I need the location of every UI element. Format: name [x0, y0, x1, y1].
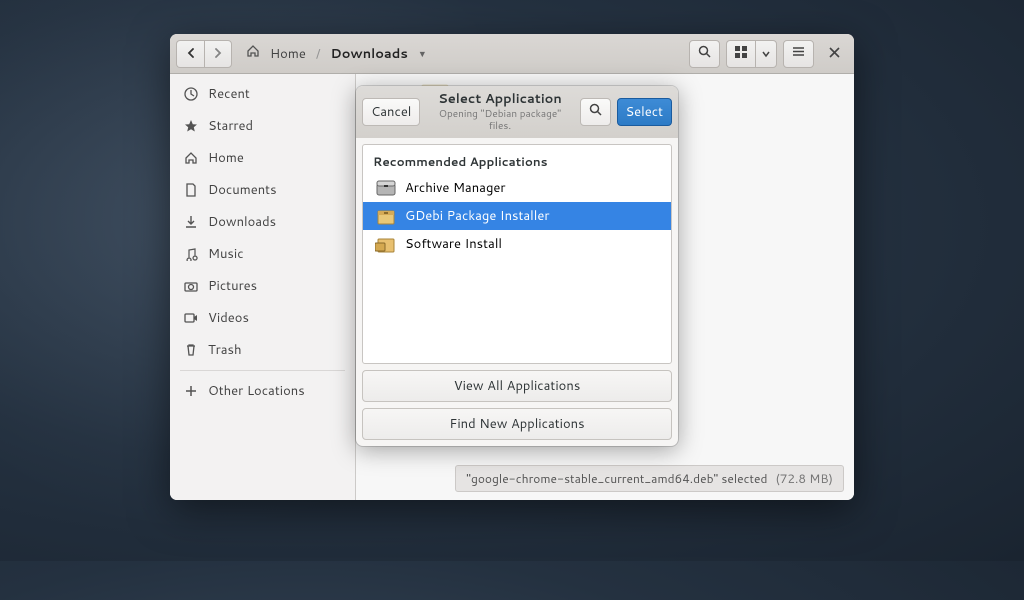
sidebar-item-music[interactable]: Music [170, 238, 355, 270]
download-icon [184, 215, 198, 229]
search-button[interactable] [689, 40, 720, 68]
app-row-archive-manager[interactable]: Archive Manager [363, 174, 671, 202]
hamburger-icon [792, 45, 805, 63]
select-button[interactable]: Select [617, 98, 672, 126]
star-icon [184, 119, 198, 133]
status-size: (72.8 MB) [775, 470, 833, 487]
sidebar-label: Trash [208, 341, 242, 359]
dialog-title-block: Select Application Opening "Debian packa… [426, 92, 573, 132]
view-dropdown-button[interactable] [755, 40, 777, 68]
app-label: GDebi Package Installer [405, 207, 549, 225]
sidebar-label: Starred [208, 117, 253, 135]
grid-icon [735, 45, 747, 63]
dialog-title: Select Application [426, 92, 573, 108]
sidebar-item-starred[interactable]: Starred [170, 110, 355, 142]
sidebar-label: Other Locations [208, 382, 305, 400]
trash-icon [184, 343, 198, 357]
nav-buttons [176, 40, 232, 68]
video-icon [184, 311, 198, 325]
sidebar-item-home[interactable]: Home [170, 142, 355, 174]
sidebar-label: Pictures [208, 277, 257, 295]
chevron-left-icon [186, 45, 196, 63]
find-new-label: Find New Applications [449, 415, 584, 433]
sidebar-item-videos[interactable]: Videos [170, 302, 355, 334]
chevron-right-icon [213, 45, 223, 63]
close-window-button[interactable] [820, 40, 848, 68]
dialog-search-button[interactable] [580, 98, 611, 126]
sidebar-label: Recent [208, 85, 250, 103]
home-icon [246, 44, 260, 63]
breadcrumb-separator: / [316, 45, 321, 63]
chevron-down-icon [762, 45, 770, 63]
sidebar-item-documents[interactable]: Documents [170, 174, 355, 206]
select-label: Select [626, 103, 663, 121]
menu-button[interactable] [783, 40, 814, 68]
sidebar-label: Music [208, 245, 244, 263]
app-label: Software Install [405, 235, 502, 253]
sidebar: Recent Starred Home Documents Downloads … [170, 74, 356, 500]
breadcrumb-dropdown-icon[interactable]: ▼ [418, 47, 427, 60]
gdebi-icon [375, 205, 397, 227]
clock-icon [184, 87, 198, 101]
sidebar-item-pictures[interactable]: Pictures [170, 270, 355, 302]
view-all-label: View All Applications [454, 377, 581, 395]
app-label: Archive Manager [405, 179, 506, 197]
sidebar-separator [180, 370, 345, 371]
app-row-software-install[interactable]: Software Install [363, 230, 671, 258]
archive-manager-icon [375, 177, 397, 199]
breadcrumb-current[interactable]: Downloads [330, 45, 407, 63]
search-icon [589, 103, 602, 121]
sidebar-label: Home [208, 149, 244, 167]
sidebar-label: Documents [208, 181, 277, 199]
app-list: Recommended Applications Archive Manager… [362, 144, 672, 364]
breadcrumb-home[interactable]: Home [270, 45, 306, 63]
status-text: "google-chrome-stable_current_amd64.deb"… [466, 470, 767, 487]
music-icon [184, 247, 198, 261]
headerbar: Home / Downloads ▼ [170, 34, 854, 74]
view-all-button[interactable]: View All Applications [362, 370, 672, 402]
document-icon [184, 183, 198, 197]
status-bar: "google-chrome-stable_current_amd64.deb"… [455, 465, 844, 492]
back-button[interactable] [176, 40, 204, 68]
dialog-header: Cancel Select Application Opening "Debia… [356, 86, 678, 138]
sidebar-item-downloads[interactable]: Downloads [170, 206, 355, 238]
close-icon [829, 45, 840, 63]
cancel-label: Cancel [371, 103, 411, 121]
find-new-button[interactable]: Find New Applications [362, 408, 672, 440]
section-header: Recommended Applications [363, 145, 671, 174]
plus-icon [184, 384, 198, 398]
breadcrumb: Home / Downloads ▼ [246, 44, 683, 63]
home-icon [184, 151, 198, 165]
search-icon [698, 45, 711, 63]
view-buttons [726, 40, 777, 68]
dialog-body: Recommended Applications Archive Manager… [356, 138, 678, 446]
sidebar-item-trash[interactable]: Trash [170, 334, 355, 366]
software-install-icon [375, 233, 397, 255]
select-application-dialog: Cancel Select Application Opening "Debia… [356, 86, 678, 446]
sidebar-item-recent[interactable]: Recent [170, 78, 355, 110]
camera-icon [184, 279, 198, 293]
sidebar-label: Videos [208, 309, 249, 327]
icon-view-button[interactable] [726, 40, 755, 68]
sidebar-item-other-locations[interactable]: Other Locations [170, 375, 355, 407]
dialog-subtitle: Opening "Debian package" files. [426, 108, 573, 132]
sidebar-label: Downloads [208, 213, 276, 231]
cancel-button[interactable]: Cancel [362, 98, 420, 126]
forward-button[interactable] [204, 40, 232, 68]
app-row-gdebi[interactable]: GDebi Package Installer [363, 202, 671, 230]
